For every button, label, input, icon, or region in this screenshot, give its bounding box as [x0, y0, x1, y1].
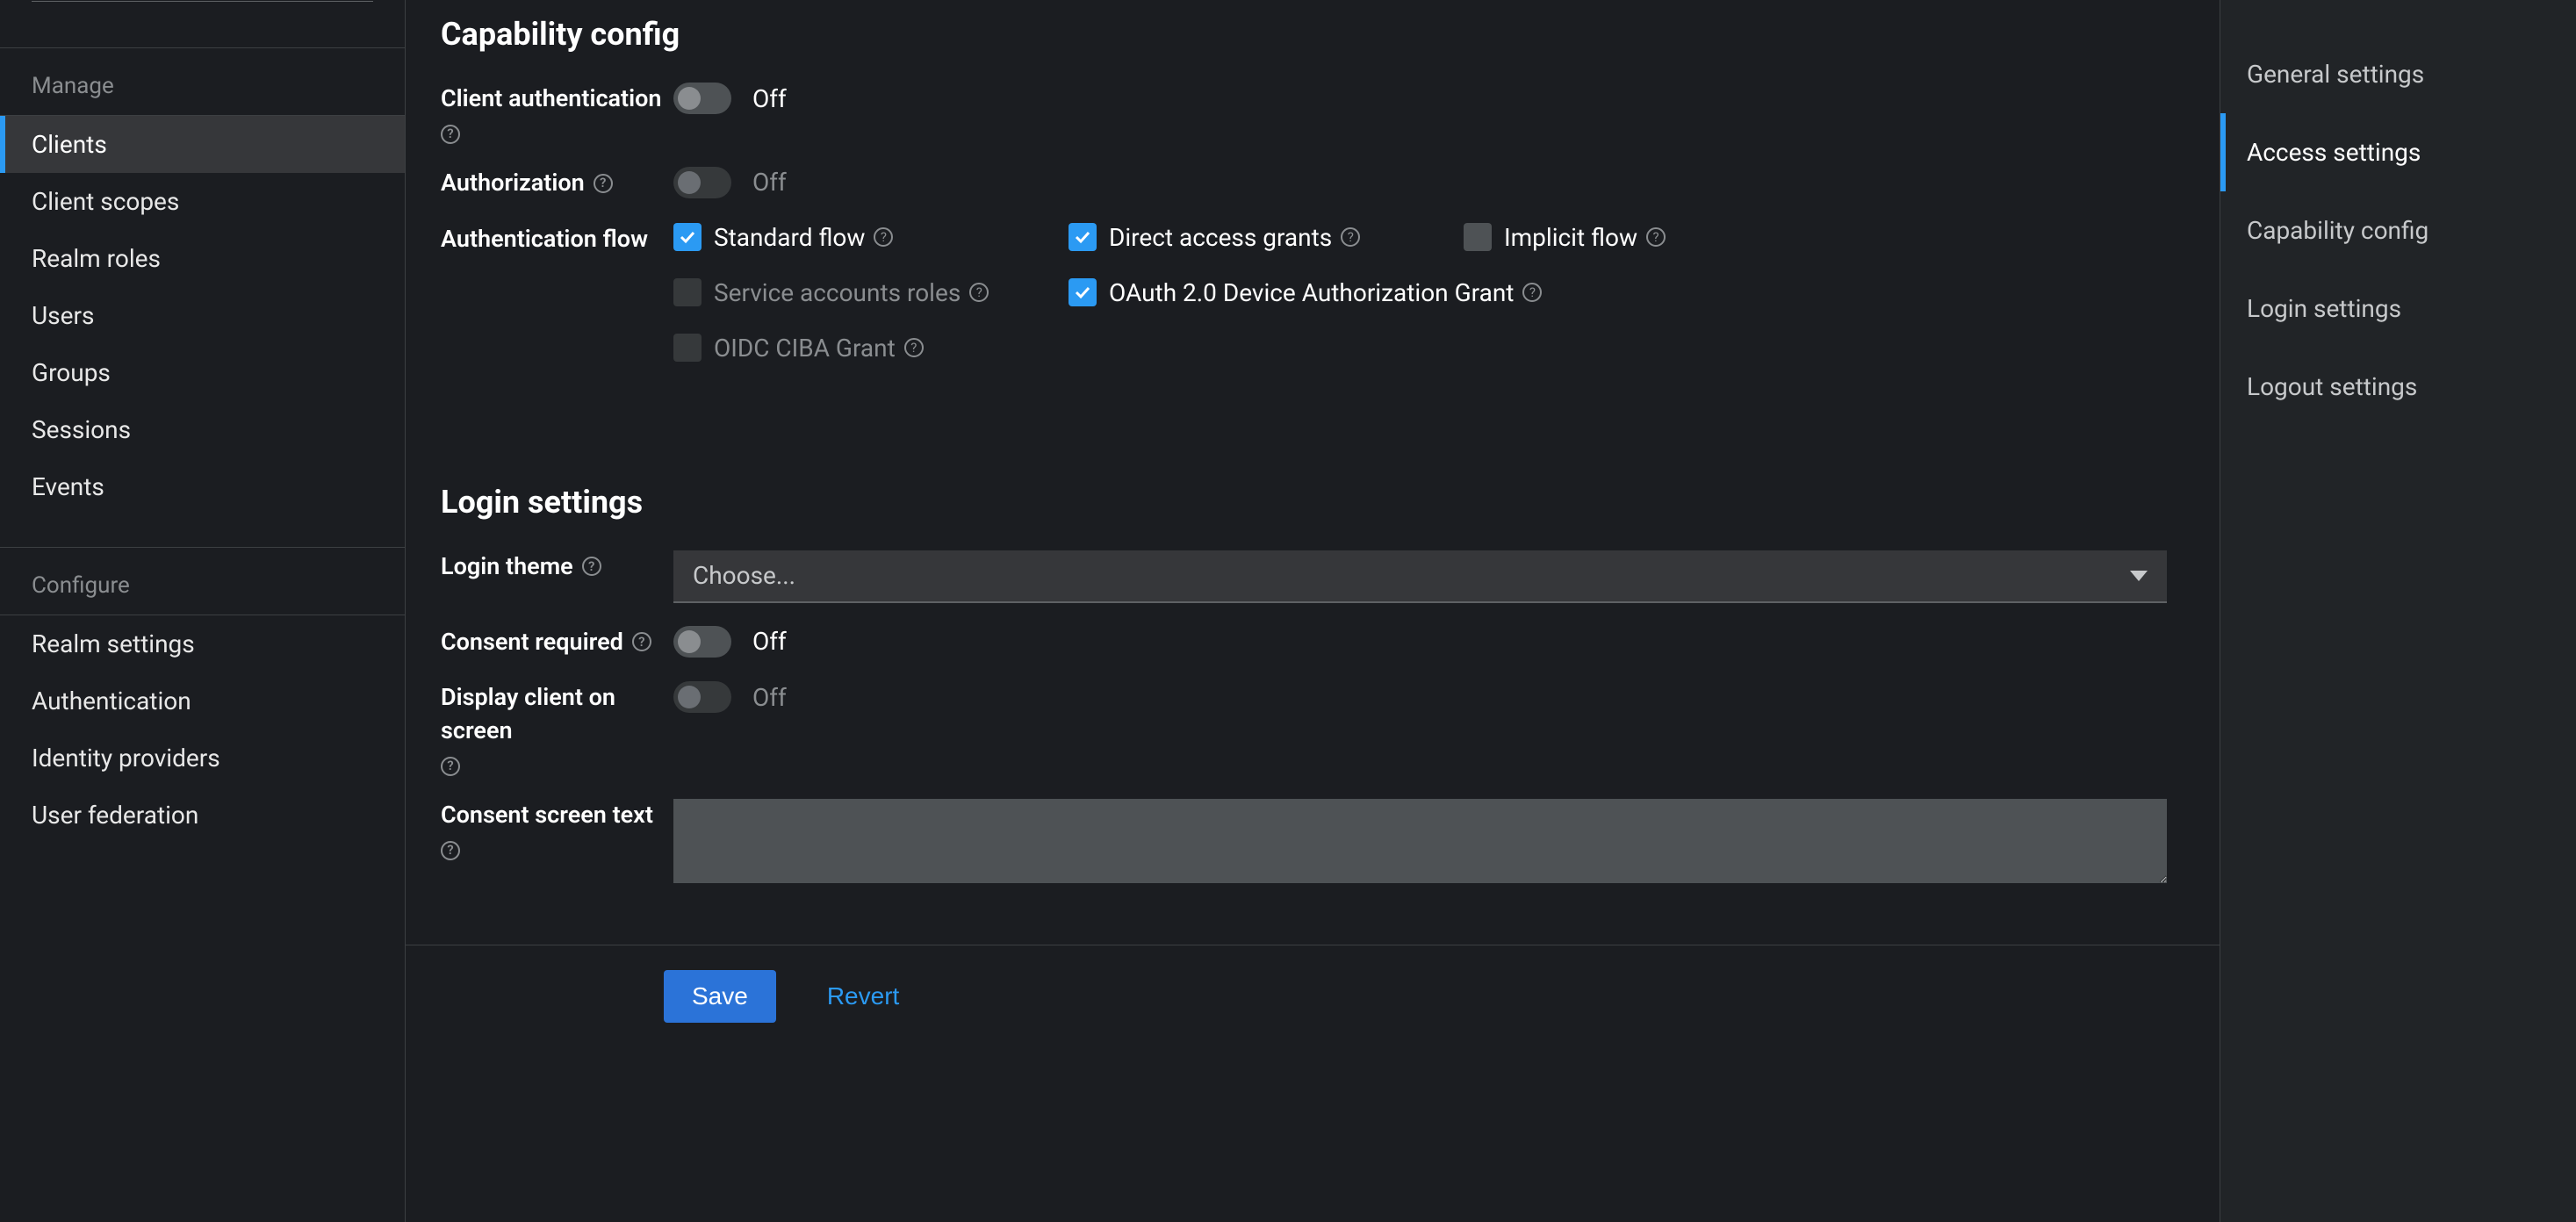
sidebar-section-configure: Configure: [0, 548, 405, 613]
row-display-client-on-screen: Display client on screen ? Off: [441, 681, 2167, 776]
help-icon[interactable]: ?: [441, 757, 460, 776]
checkbox-oauth-device-grant[interactable]: [1069, 278, 1097, 306]
section-title-login: Login settings: [441, 484, 2167, 521]
toggle-display-client: [673, 681, 731, 713]
caret-down-icon: [2130, 571, 2148, 581]
sidebar: Manage Clients Client scopes Realm roles…: [0, 0, 406, 1222]
action-bar: Save Revert: [406, 945, 2220, 1047]
jump-nav: General settings Access settings Capabil…: [2220, 0, 2576, 1222]
help-icon[interactable]: ?: [904, 338, 924, 357]
checkbox-oidc-ciba-grant: [673, 334, 702, 362]
select-login-theme[interactable]: Choose...: [673, 550, 2167, 603]
toggle-display-client-state: Off: [752, 683, 787, 712]
sidebar-item-identity-providers[interactable]: Identity providers: [0, 730, 405, 787]
help-icon[interactable]: ?: [441, 125, 460, 144]
label-authorization: Authorization: [441, 167, 585, 200]
row-consent-required: Consent required ? Off: [441, 626, 2167, 659]
jump-capability-config[interactable]: Capability config: [2220, 191, 2576, 270]
sidebar-section-manage: Manage: [0, 48, 405, 113]
toggle-authorization: [673, 167, 731, 198]
sidebar-item-user-federation[interactable]: User federation: [0, 787, 405, 844]
label-display-client: Display client on screen: [441, 681, 673, 748]
app-root: Manage Clients Client scopes Realm roles…: [0, 0, 2576, 1222]
textarea-consent-screen-text[interactable]: [673, 799, 2167, 883]
checkbox-label-direct-access: Direct access grants: [1109, 223, 1332, 252]
checkbox-label-oidc-ciba: OIDC CIBA Grant: [714, 334, 896, 363]
checkbox-label-standard-flow: Standard flow: [714, 223, 865, 252]
jump-logout-settings[interactable]: Logout settings: [2220, 348, 2576, 426]
label-login-theme: Login theme: [441, 550, 573, 584]
checkbox-label-oauth-device: OAuth 2.0 Device Authorization Grant: [1109, 278, 1514, 307]
toggle-client-authentication[interactable]: [673, 83, 731, 114]
label-client-authentication: Client authentication: [441, 83, 662, 116]
checkbox-standard-flow[interactable]: [673, 223, 702, 251]
revert-button[interactable]: Revert: [799, 970, 927, 1023]
row-authorization: Authorization ? Off: [441, 167, 2167, 200]
row-client-authentication: Client authentication ? Off: [441, 83, 2167, 144]
section-title-capability: Capability config: [441, 16, 2167, 53]
checkbox-implicit-flow[interactable]: [1464, 223, 1492, 251]
main-content: Capability config Client authentication …: [406, 0, 2576, 1222]
help-icon[interactable]: ?: [874, 227, 893, 247]
save-button[interactable]: Save: [664, 970, 776, 1023]
toggle-client-authentication-state: Off: [752, 84, 787, 113]
help-icon[interactable]: ?: [1341, 227, 1360, 247]
sidebar-item-authentication[interactable]: Authentication: [0, 672, 405, 730]
toggle-authorization-state: Off: [752, 168, 787, 197]
label-consent-screen-text: Consent screen text: [441, 799, 653, 832]
row-login-theme: Login theme ? Choose...: [441, 550, 2167, 603]
row-consent-screen-text: Consent screen text ?: [441, 799, 2167, 883]
sidebar-item-users[interactable]: Users: [0, 287, 405, 344]
sidebar-item-realm-roles[interactable]: Realm roles: [0, 230, 405, 287]
help-icon[interactable]: ?: [1646, 227, 1666, 247]
sidebar-item-sessions[interactable]: Sessions: [0, 401, 405, 458]
sidebar-item-realm-settings[interactable]: Realm settings: [0, 615, 405, 672]
sidebar-item-client-scopes[interactable]: Client scopes: [0, 173, 405, 230]
jump-login-settings[interactable]: Login settings: [2220, 270, 2576, 348]
label-consent-required: Consent required: [441, 626, 623, 659]
toggle-consent-required-state: Off: [752, 627, 787, 656]
sidebar-item-clients[interactable]: Clients: [0, 116, 405, 173]
jump-general-settings[interactable]: General settings: [2220, 35, 2576, 113]
label-authentication-flow: Authentication flow: [441, 223, 648, 256]
checkbox-label-service-accounts: Service accounts roles: [714, 278, 961, 307]
help-icon[interactable]: ?: [441, 841, 460, 860]
help-icon[interactable]: ?: [969, 283, 989, 302]
help-icon[interactable]: ?: [594, 174, 613, 193]
checkbox-direct-access-grants[interactable]: [1069, 223, 1097, 251]
help-icon[interactable]: ?: [582, 557, 601, 576]
toggle-consent-required[interactable]: [673, 626, 731, 658]
checkbox-service-accounts-roles: [673, 278, 702, 306]
sidebar-item-events[interactable]: Events: [0, 458, 405, 515]
jump-access-settings[interactable]: Access settings: [2220, 113, 2576, 191]
row-authentication-flow: Authentication flow Standard flow ?: [441, 223, 2167, 363]
help-icon[interactable]: ?: [1522, 283, 1542, 302]
sidebar-item-groups[interactable]: Groups: [0, 344, 405, 401]
form-area: Capability config Client authentication …: [406, 0, 2220, 1222]
help-icon[interactable]: ?: [632, 632, 651, 651]
select-login-theme-value: Choose...: [693, 561, 795, 590]
checkbox-label-implicit-flow: Implicit flow: [1504, 223, 1637, 252]
